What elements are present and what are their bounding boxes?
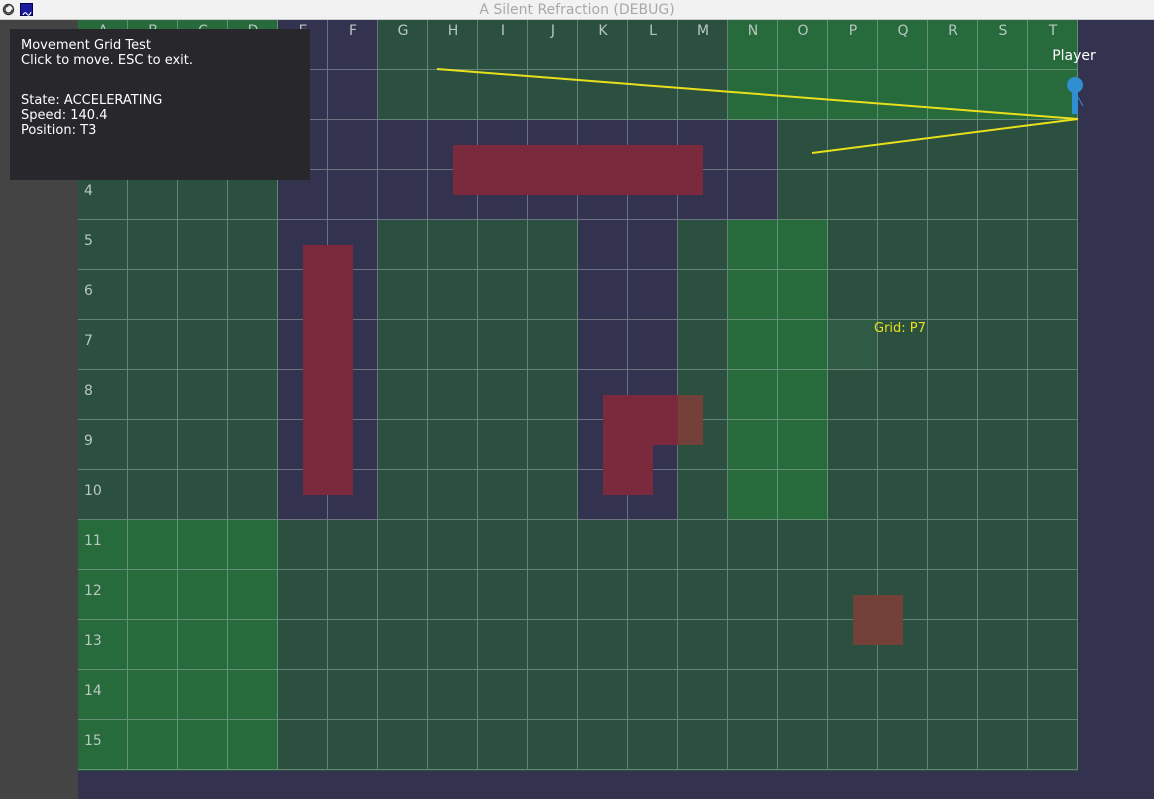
player-sprite [1067, 77, 1084, 114]
player-label: Player [1052, 48, 1096, 64]
position-readout: Position: T3 [21, 123, 97, 138]
panel-instructions: Click to move. ESC to exit. [21, 53, 194, 68]
panel-heading: Movement Grid Test [21, 38, 152, 53]
player-body [1072, 90, 1078, 114]
path-line-lower [811, 118, 1079, 154]
state-readout: State: ACCELERATING [21, 93, 163, 108]
player-arm [1077, 96, 1084, 107]
speed-readout: Speed: 140.4 [21, 108, 108, 123]
debug-panel: Movement Grid Test Click to move. ESC to… [10, 29, 310, 180]
path-line-upper [436, 68, 1079, 120]
grid-hover-label: Grid: P7 [874, 321, 926, 336]
